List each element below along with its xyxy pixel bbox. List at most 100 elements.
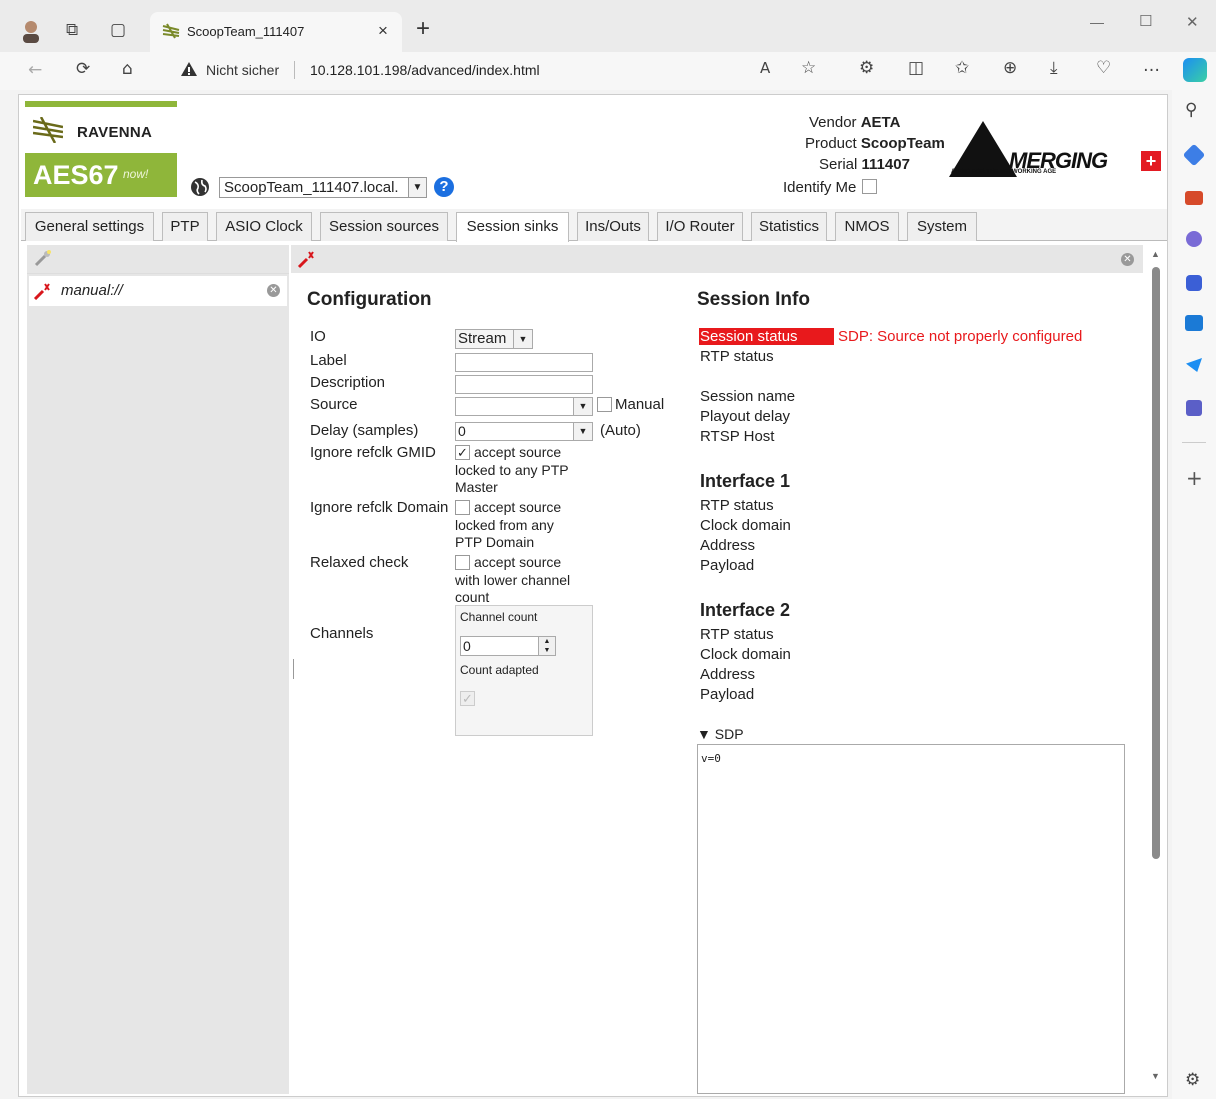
tab-system[interactable]: System bbox=[907, 212, 977, 241]
window-maximize-button[interactable]: ☐ bbox=[1139, 12, 1152, 30]
sdp-textarea[interactable]: v=0 bbox=[697, 744, 1125, 1094]
security-label[interactable]: Nicht sicher bbox=[206, 62, 279, 78]
interface1-title: Interface 1 bbox=[700, 471, 791, 491]
tab-ptp[interactable]: PTP bbox=[162, 212, 208, 241]
chevron-down-icon: ▼ bbox=[573, 398, 592, 415]
tools-icon[interactable] bbox=[1185, 191, 1203, 205]
tab-ins-outs[interactable]: Ins/Outs bbox=[577, 212, 649, 241]
ravenna-text: RAVENNA bbox=[77, 124, 153, 141]
favorite-star-icon[interactable]: ☆ bbox=[801, 60, 816, 77]
delay-value: 0 bbox=[458, 423, 466, 439]
tab-session-sinks[interactable]: Session sinks bbox=[456, 212, 569, 242]
label-input[interactable] bbox=[455, 353, 593, 372]
serial-row: Serial 111407 bbox=[819, 156, 910, 173]
add-sink-icon[interactable] bbox=[33, 249, 53, 267]
interface1-clock-domain-label: Clock domain bbox=[700, 517, 791, 534]
detail-toolbar: ✕ bbox=[291, 245, 1143, 273]
downloads-icon[interactable]: ⤓ bbox=[1050, 60, 1058, 77]
telegram-icon[interactable] bbox=[1186, 358, 1202, 372]
ravenna-logo-icon bbox=[32, 116, 64, 144]
outlook-icon[interactable] bbox=[1185, 315, 1203, 331]
home-icon[interactable]: ⌂ bbox=[122, 61, 133, 78]
scrollbar[interactable]: ▲ ▼ bbox=[1147, 245, 1165, 1094]
relaxed-text-3: count bbox=[455, 589, 490, 605]
domain-checkbox[interactable] bbox=[455, 500, 470, 515]
more-menu-icon[interactable]: … bbox=[1143, 58, 1160, 75]
source-select[interactable]: ▼ bbox=[455, 397, 593, 416]
domain-text-1: accept source bbox=[474, 499, 562, 515]
sidebar-settings-icon[interactable]: ⚙ bbox=[1185, 1072, 1200, 1089]
web-page: RAVENNA AES67 now! ScoopTeam_111407.loca… bbox=[18, 94, 1168, 1097]
rtp-status-label: RTP status bbox=[700, 348, 774, 365]
relaxed-checkbox[interactable] bbox=[455, 555, 470, 570]
url-text[interactable]: 10.128.101.198/advanced/index.html bbox=[310, 62, 540, 78]
ravenna-top-bar bbox=[25, 101, 177, 107]
tab-io-router[interactable]: I/O Router bbox=[657, 212, 743, 241]
interface1-rtp-status-label: RTP status bbox=[700, 497, 774, 514]
tab-favicon-icon bbox=[162, 23, 180, 39]
new-tab-button[interactable]: + bbox=[416, 15, 430, 43]
sdp-toggle[interactable]: ▼ SDP bbox=[697, 726, 744, 742]
browser-tab[interactable]: ScoopTeam_111407 × bbox=[150, 12, 402, 52]
add-sidebar-app-icon[interactable]: + bbox=[1186, 468, 1203, 488]
back-icon[interactable]: ← bbox=[28, 62, 42, 79]
extensions-icon[interactable]: ⚙ bbox=[859, 60, 874, 77]
sink-list-header-divider bbox=[27, 273, 289, 274]
channel-count-stepper[interactable]: 0 ▲ ▼ bbox=[460, 636, 556, 656]
people-icon[interactable] bbox=[1186, 231, 1202, 247]
favorites-icon[interactable]: ✩ bbox=[955, 60, 969, 77]
serial-value: 111407 bbox=[861, 156, 910, 173]
profile-avatar[interactable] bbox=[20, 19, 42, 43]
list-item[interactable]: manual:// ✕ bbox=[29, 276, 287, 306]
interface2-clock-domain-label: Clock domain bbox=[700, 646, 791, 663]
interface1-address-label: Address bbox=[700, 537, 756, 554]
tab-statistics[interactable]: Statistics bbox=[751, 212, 827, 241]
pane-splitter[interactable] bbox=[293, 659, 294, 679]
refresh-icon[interactable]: ⟳ bbox=[76, 61, 90, 78]
tab-session-sources[interactable]: Session sources bbox=[320, 212, 448, 241]
tab-nmos[interactable]: NMOS bbox=[835, 212, 899, 241]
delay-select[interactable]: 0 ▼ bbox=[455, 422, 593, 441]
window-minimize-button[interactable]: — bbox=[1090, 14, 1104, 30]
shopping-tag-icon[interactable] bbox=[1182, 143, 1206, 167]
help-icon[interactable]: ? bbox=[434, 177, 454, 197]
scroll-up-icon[interactable]: ▲ bbox=[1151, 249, 1160, 259]
device-select[interactable]: ScoopTeam_111407.local. ▼ bbox=[219, 177, 427, 198]
scroll-thumb[interactable] bbox=[1152, 267, 1160, 859]
workspaces-icon[interactable]: ⧉ bbox=[66, 22, 78, 39]
browser-essentials-icon[interactable]: ♡ bbox=[1096, 60, 1111, 77]
gmid-text-1: accept source bbox=[474, 444, 562, 460]
tab-asio-clock[interactable]: ASIO Clock bbox=[216, 212, 312, 241]
split-screen-icon[interactable]: ◫ bbox=[908, 60, 924, 77]
manual-checkbox[interactable] bbox=[597, 397, 612, 412]
gmid-checkbox[interactable]: ✓ bbox=[455, 445, 470, 460]
office-icon[interactable] bbox=[1186, 275, 1202, 291]
window-close-button[interactable]: ✕ bbox=[1186, 13, 1199, 31]
collections-icon[interactable]: ⊕ bbox=[1003, 60, 1017, 77]
description-input[interactable] bbox=[455, 375, 593, 394]
globe-icon bbox=[190, 177, 210, 197]
device-select-value: ScoopTeam_111407.local. bbox=[224, 179, 399, 196]
tab-general-settings[interactable]: General settings bbox=[25, 212, 154, 241]
copilot-icon[interactable] bbox=[1183, 58, 1207, 82]
tab-actions-icon[interactable]: ▢ bbox=[110, 22, 126, 39]
interface2-title: Interface 2 bbox=[700, 600, 791, 620]
security-warning-icon[interactable] bbox=[180, 61, 198, 77]
domain-text-3: PTP Domain bbox=[455, 534, 535, 550]
sdp-text: v=0 bbox=[701, 752, 721, 765]
search-icon[interactable]: ⚲ bbox=[1185, 102, 1197, 119]
browser-sidebar: ⚲ + ⚙ bbox=[1172, 90, 1216, 1099]
teams-icon[interactable] bbox=[1186, 400, 1202, 416]
vendor-row: Vendor AETA bbox=[809, 114, 900, 131]
scroll-down-icon[interactable]: ▼ bbox=[1151, 1071, 1160, 1081]
channels-box: Channel count 0 ▲ ▼ Count adapted ✓ bbox=[455, 605, 593, 736]
io-select[interactable]: Stream ▼ bbox=[455, 329, 533, 349]
stepper-arrows-icon[interactable]: ▲ ▼ bbox=[538, 637, 555, 655]
gmid-text-2: locked to any PTP bbox=[455, 462, 569, 478]
identify-me-checkbox[interactable] bbox=[862, 179, 877, 194]
remove-sink-icon[interactable]: ✕ bbox=[267, 284, 280, 297]
page-header: RAVENNA AES67 now! ScoopTeam_111407.loca… bbox=[19, 95, 1167, 207]
read-aloud-icon[interactable]: A bbox=[760, 61, 770, 76]
tab-close-icon[interactable]: × bbox=[378, 21, 388, 41]
close-detail-icon[interactable]: ✕ bbox=[1121, 253, 1134, 266]
